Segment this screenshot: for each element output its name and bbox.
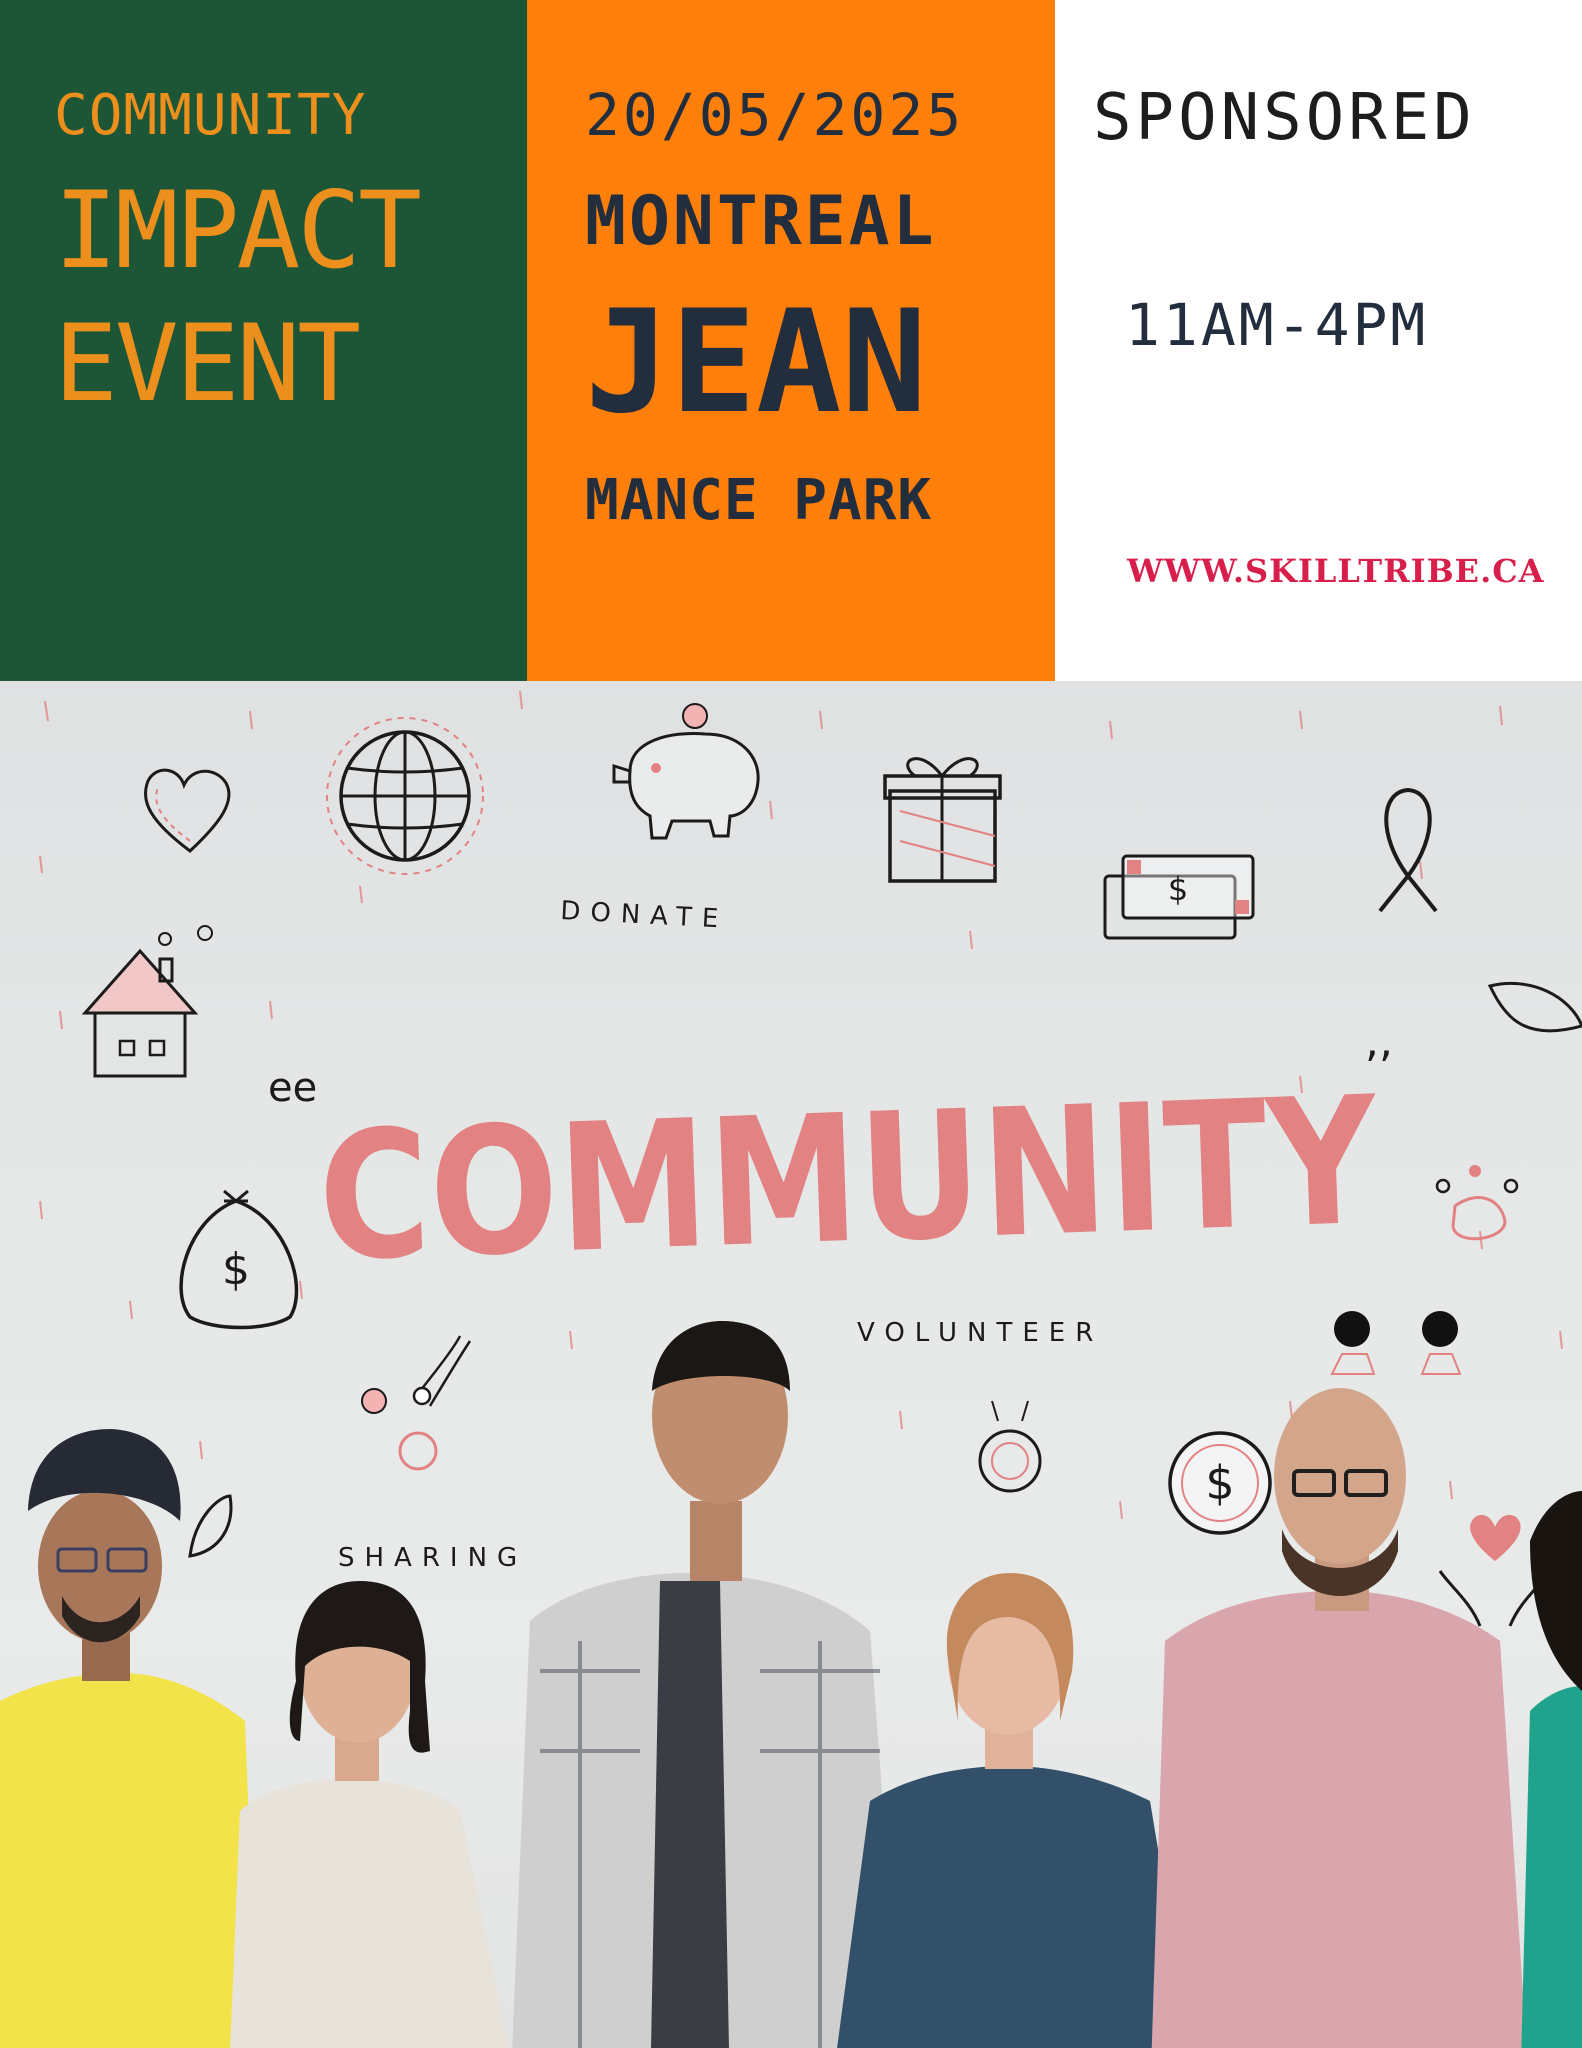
globe-icon [326,717,484,875]
paw-print-icon [1435,1165,1519,1241]
event-date: 20/05/2025 [585,81,965,149]
svg-text:$: $ [222,1244,250,1295]
title-panel: COMMUNITY IMPACT EVENT [0,0,527,681]
piggy-bank-icon [612,703,760,840]
sponsored-label: SPONSORED [1093,81,1476,155]
open-quote: ee [268,1065,317,1111]
person-4 [837,1573,1192,2048]
event-time: 11AM-4PM [1125,291,1429,359]
two-dots-icon [1330,1311,1462,1375]
venue-name-large: JEAN [585,280,927,445]
person-6 [1521,1491,1582,2048]
venue-name-rest: MANCE PARK [585,468,933,533]
details-panel: 20/05/2025 MONTREAL JEAN MANCE PARK [527,0,1055,681]
event-poster: COMMUNITY IMPACT EVENT 20/05/2025 MONTRE… [0,0,1582,2048]
word-donate: DONATE [560,896,729,935]
word-volunteer: VOLUNTEER [857,1318,1103,1348]
svg-text:$: $ [1168,870,1188,908]
person-1 [0,1429,258,2048]
title-line-impact: IMPACT [54,169,422,292]
community-photo: $ $ $ ee ,, DONATE VOLUNTEER SHARING COM… [0,681,1582,2048]
gift-box-icon [883,757,1002,883]
ribbon-icon [1378,787,1438,913]
money-bag-icon: $ [179,1189,299,1330]
person-2 [230,1581,510,2048]
house-icon [81,925,213,1078]
title-line-community: COMMUNITY [54,83,367,148]
event-city: MONTREAL [585,182,937,261]
dollar-coin-icon: $ [1168,1431,1272,1535]
heart-icon [143,768,231,853]
angel-wing-icon [1487,981,1582,1033]
title-line-event: EVENT [54,302,361,425]
coins-icon [361,1335,472,1471]
person-3 [512,1321,902,2048]
group-of-people [0,1321,1582,2048]
website-link[interactable]: WWW.SKILLTRIBE.CA [1127,555,1545,587]
community-headline: COMMUNITY [315,1059,1382,1301]
money-bill-icon: $ [1103,854,1255,940]
word-sharing: SHARING [338,1543,527,1573]
badge-icon [978,1400,1042,1493]
svg-text:$: $ [1205,1456,1234,1510]
leaf-icon [188,1494,233,1558]
info-panel: SPONSORED 11AM-4PM WWW.SKILLTRIBE.CA [1055,0,1582,681]
